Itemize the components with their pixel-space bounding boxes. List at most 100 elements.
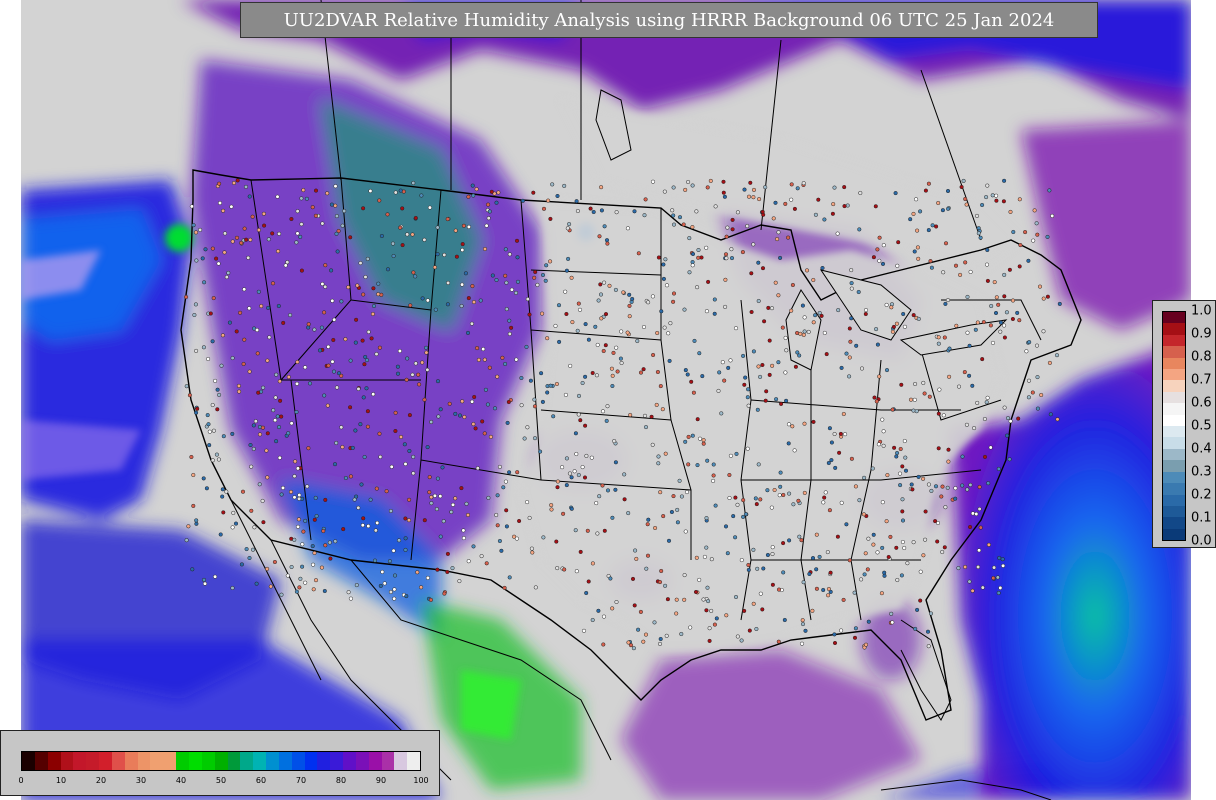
observation-dot <box>435 567 440 572</box>
rh-colorbar-segment <box>22 752 35 770</box>
observation-dot <box>612 439 617 444</box>
observation-dot <box>299 268 304 273</box>
rh-colorbar-segment <box>176 752 189 770</box>
observation-dot <box>239 562 244 567</box>
observation-dot <box>954 323 959 328</box>
observation-dot <box>761 566 766 571</box>
observation-dot <box>690 263 695 268</box>
map-area[interactable] <box>21 0 1191 800</box>
observation-dot <box>1002 294 1007 299</box>
observation-dot <box>707 626 712 631</box>
observation-dot <box>273 418 278 423</box>
observation-dot <box>653 525 658 531</box>
observation-dot <box>569 475 574 480</box>
observation-dot <box>1045 234 1050 239</box>
observation-dot <box>771 216 776 221</box>
observation-dot <box>866 536 871 541</box>
observation-dot <box>921 553 926 558</box>
observation-dot <box>783 201 788 206</box>
observation-dot <box>769 306 775 311</box>
observation-dot <box>296 517 301 522</box>
observation-dot <box>1016 416 1021 421</box>
observation-dot <box>662 189 667 194</box>
rh-colorbar-segment <box>201 752 215 770</box>
observation-dot <box>683 439 688 444</box>
rh-colorbar-tick-label: 40 <box>175 776 187 785</box>
observation-dot <box>686 434 691 439</box>
observation-dot <box>880 545 885 550</box>
observation-dot <box>471 193 476 198</box>
observation-dot <box>769 505 774 510</box>
observation-dot <box>980 585 985 590</box>
observation-dot <box>621 290 626 295</box>
observation-dot <box>959 184 964 190</box>
observation-dot <box>992 565 997 570</box>
observation-dot <box>438 494 443 499</box>
observation-dot <box>336 371 342 376</box>
observation-dot <box>553 323 558 328</box>
observation-dot <box>735 210 740 215</box>
observation-dot <box>201 577 207 582</box>
observation-dot <box>213 378 218 383</box>
observation-dot <box>532 397 537 402</box>
observation-dot <box>705 185 710 190</box>
observation-dot <box>446 280 451 285</box>
rh-colorbar-segment <box>34 752 48 770</box>
observation-dot <box>655 369 660 375</box>
observation-dot <box>397 538 402 543</box>
observation-dot <box>849 456 854 461</box>
observation-dot <box>556 303 562 308</box>
observation-dot <box>323 263 328 268</box>
observation-dot <box>478 298 483 303</box>
observation-dot <box>207 429 212 434</box>
rh-fraction-colorbar-segment <box>1163 517 1185 529</box>
observation-dot <box>992 280 997 285</box>
observation-dot <box>289 421 294 426</box>
observation-dot <box>975 400 980 405</box>
observation-dot <box>360 338 365 343</box>
observation-dot <box>658 384 663 389</box>
observation-dot <box>330 298 335 303</box>
observation-dot <box>997 555 1002 561</box>
observation-dot <box>862 475 867 480</box>
observation-dot <box>827 508 832 513</box>
observation-dot <box>581 628 587 633</box>
observation-dot <box>821 587 826 593</box>
observation-dot <box>1002 323 1007 328</box>
observation-dot <box>780 325 785 330</box>
observation-dot <box>964 202 969 207</box>
observation-dot <box>613 487 618 492</box>
observation-dot <box>968 269 973 274</box>
observation-dot <box>404 594 409 599</box>
rh-colorbar-segment <box>73 752 87 770</box>
observation-dot <box>914 197 919 202</box>
observation-dot <box>668 321 673 326</box>
observation-dot <box>221 510 226 515</box>
observation-dot <box>945 485 950 490</box>
observation-dot <box>495 374 500 379</box>
observation-dot <box>529 546 534 551</box>
observation-dot <box>774 397 779 402</box>
observation-dot <box>580 380 585 386</box>
observation-dot <box>321 528 326 534</box>
observation-dot <box>590 561 595 566</box>
observation-dot <box>716 388 721 393</box>
observation-dot <box>1008 419 1013 424</box>
observation-dot <box>926 228 931 233</box>
observation-dot <box>826 586 831 592</box>
observation-dot <box>557 339 562 344</box>
observation-dot <box>1002 405 1007 410</box>
observation-dot <box>661 262 666 267</box>
rh-fraction-colorbar-segment <box>1163 346 1185 358</box>
observation-dot <box>551 414 556 419</box>
observation-dot <box>671 299 676 304</box>
observation-dot <box>720 360 725 365</box>
observation-dot <box>189 204 194 209</box>
observation-dot <box>916 256 921 261</box>
rh-fraction-colorbar-tick-label: 0.0 <box>1191 533 1212 549</box>
observation-dot <box>317 348 323 353</box>
observation-dot <box>424 345 429 350</box>
observation-dot <box>985 183 990 188</box>
observation-dot <box>406 518 412 523</box>
observation-dot <box>976 231 981 236</box>
